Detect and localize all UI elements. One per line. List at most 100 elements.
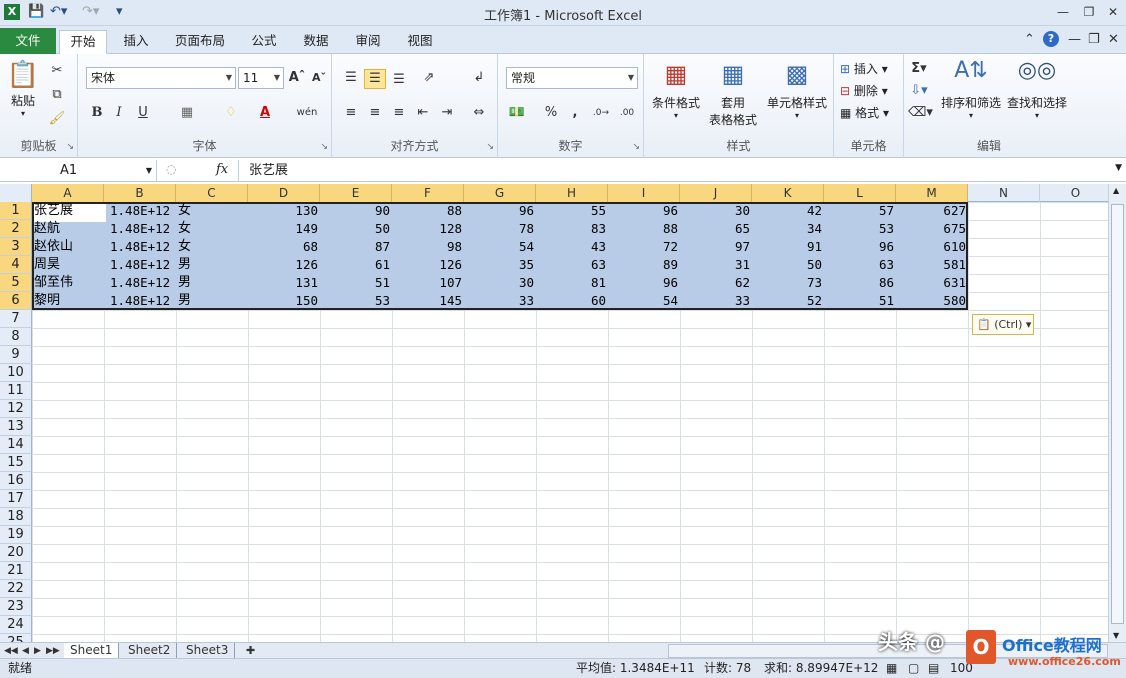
- table-cell[interactable]: 126: [392, 256, 464, 274]
- launcher-icon[interactable]: ↘: [632, 142, 640, 152]
- table-cell[interactable]: 54: [464, 238, 536, 256]
- table-cell[interactable]: 31: [680, 256, 752, 274]
- close-icon[interactable]: ✕: [1102, 3, 1124, 21]
- table-cell[interactable]: 61: [320, 256, 392, 274]
- table-cell[interactable]: 65: [680, 220, 752, 238]
- row-header[interactable]: 4: [0, 256, 32, 274]
- decrease-decimal-icon[interactable]: .00: [616, 102, 638, 124]
- table-cell[interactable]: 1.48E+12: [106, 274, 176, 292]
- italic-icon[interactable]: I: [108, 102, 130, 124]
- table-cell[interactable]: 赵依山: [34, 238, 104, 256]
- row-header[interactable]: 8: [0, 328, 32, 346]
- font-size-select[interactable]: 11 ▼: [238, 67, 284, 89]
- table-cell[interactable]: 53: [320, 292, 392, 310]
- column-header[interactable]: D: [248, 184, 320, 202]
- table-cell[interactable]: 女: [178, 220, 248, 238]
- table-cell[interactable]: 30: [680, 202, 752, 220]
- table-cell[interactable]: 60: [536, 292, 608, 310]
- table-cell[interactable]: 黎明: [34, 292, 104, 310]
- align-left-icon[interactable]: ≡: [340, 102, 362, 124]
- row-header[interactable]: 18: [0, 508, 32, 526]
- table-cell[interactable]: 580: [896, 292, 968, 310]
- table-cell[interactable]: 张艺展: [34, 202, 104, 220]
- percent-icon[interactable]: %: [540, 102, 562, 124]
- font-color-icon[interactable]: A: [254, 102, 276, 124]
- new-sheet-icon[interactable]: ✚: [246, 643, 255, 659]
- column-header[interactable]: G: [464, 184, 536, 202]
- align-middle-icon[interactable]: ☰: [364, 69, 386, 89]
- fill-icon[interactable]: ⇩▾: [908, 80, 930, 102]
- row-header[interactable]: 17: [0, 490, 32, 508]
- row-header[interactable]: 24: [0, 616, 32, 634]
- table-cell[interactable]: 52: [752, 292, 824, 310]
- decrease-indent-icon[interactable]: ⇤: [412, 102, 434, 124]
- borders-icon[interactable]: ▦: [176, 102, 198, 124]
- table-cell[interactable]: 女: [178, 238, 248, 256]
- column-header[interactable]: B: [104, 184, 176, 202]
- sort-filter-button[interactable]: A⇅ 排序和筛选 ▾: [938, 58, 1004, 120]
- table-cell[interactable]: 145: [392, 292, 464, 310]
- table-cell[interactable]: 128: [392, 220, 464, 238]
- format-cells-button[interactable]: ▦ 格式 ▾: [840, 104, 889, 121]
- table-cell[interactable]: 35: [464, 256, 536, 274]
- shrink-font-icon[interactable]: Aˇ: [308, 67, 330, 89]
- table-cell[interactable]: 赵航: [34, 220, 104, 238]
- increase-indent-icon[interactable]: ⇥: [436, 102, 458, 124]
- table-cell[interactable]: 62: [680, 274, 752, 292]
- row-header[interactable]: 11: [0, 382, 32, 400]
- table-cell[interactable]: 周昊: [34, 256, 104, 274]
- row-header[interactable]: 2: [0, 220, 32, 238]
- restore-icon[interactable]: ❐: [1078, 3, 1100, 21]
- conditional-format-button[interactable]: ▦ 条件格式 ▾: [648, 60, 704, 120]
- row-header[interactable]: 15: [0, 454, 32, 472]
- vertical-scrollbar[interactable]: ▲ ▼: [1108, 184, 1126, 642]
- table-cell[interactable]: 91: [752, 238, 824, 256]
- column-header[interactable]: M: [896, 184, 968, 202]
- row-header[interactable]: 6: [0, 292, 32, 310]
- format-as-table-button[interactable]: ▦ 套用 表格格式: [704, 60, 762, 128]
- table-cell[interactable]: 631: [896, 274, 968, 292]
- table-cell[interactable]: 581: [896, 256, 968, 274]
- tab-data[interactable]: 数据: [296, 30, 336, 54]
- row-header[interactable]: 1: [0, 202, 32, 220]
- tab-view[interactable]: 视图: [400, 30, 440, 54]
- row-header[interactable]: 25: [0, 634, 32, 642]
- table-cell[interactable]: 男: [178, 256, 248, 274]
- row-header[interactable]: 19: [0, 526, 32, 544]
- tab-home[interactable]: 开始: [59, 30, 107, 55]
- grow-font-icon[interactable]: Aˆ: [286, 67, 308, 89]
- increase-decimal-icon[interactable]: .0→: [590, 102, 612, 124]
- autosum-icon[interactable]: Σ▾: [908, 58, 930, 80]
- underline-icon[interactable]: U: [132, 102, 154, 124]
- column-header[interactable]: I: [608, 184, 680, 202]
- sheet-tab-1[interactable]: Sheet1: [64, 643, 120, 659]
- page-layout-view-icon[interactable]: ▢: [908, 659, 919, 678]
- column-header[interactable]: J: [680, 184, 752, 202]
- format-painter-icon[interactable]: 🖌: [46, 108, 68, 130]
- row-header[interactable]: 13: [0, 418, 32, 436]
- table-cell[interactable]: 96: [464, 202, 536, 220]
- wrap-text-icon[interactable]: ↲: [468, 67, 490, 89]
- tab-insert[interactable]: 插入: [116, 30, 156, 54]
- table-cell[interactable]: 50: [752, 256, 824, 274]
- column-header[interactable]: E: [320, 184, 392, 202]
- column-header[interactable]: H: [536, 184, 608, 202]
- table-cell[interactable]: 1.48E+12: [106, 292, 176, 310]
- tab-review[interactable]: 审阅: [348, 30, 388, 54]
- table-cell[interactable]: 130: [248, 202, 320, 220]
- table-cell[interactable]: 51: [824, 292, 896, 310]
- table-cell[interactable]: 627: [896, 202, 968, 220]
- table-cell[interactable]: 78: [464, 220, 536, 238]
- table-cell[interactable]: 149: [248, 220, 320, 238]
- table-cell[interactable]: 96: [608, 274, 680, 292]
- table-cell[interactable]: 610: [896, 238, 968, 256]
- align-top-icon[interactable]: ☰: [340, 67, 362, 89]
- doc-minimize-icon[interactable]: —: [1068, 32, 1081, 47]
- scroll-down-icon[interactable]: ▼: [1113, 631, 1119, 640]
- select-all-corner[interactable]: [0, 184, 32, 202]
- align-center-icon[interactable]: ≡: [364, 102, 386, 124]
- table-cell[interactable]: 107: [392, 274, 464, 292]
- find-select-button[interactable]: ◎◎ 查找和选择 ▾: [1004, 58, 1070, 120]
- table-cell[interactable]: 72: [608, 238, 680, 256]
- column-header[interactable]: A: [32, 184, 104, 202]
